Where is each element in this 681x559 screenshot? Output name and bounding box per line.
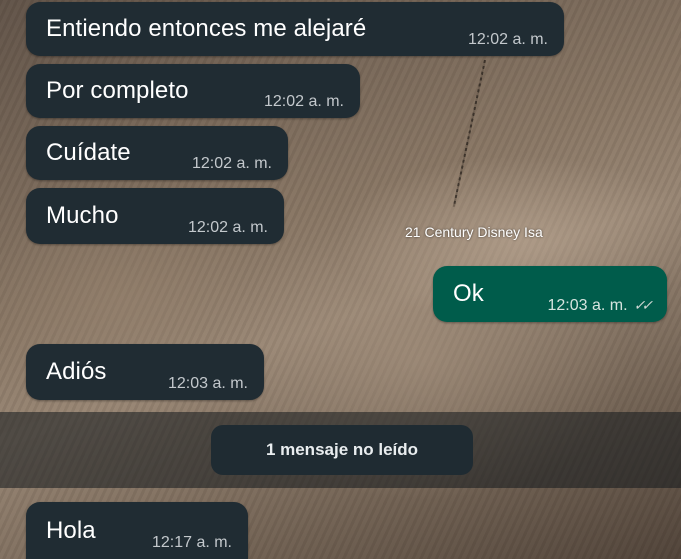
message-bubble-incoming[interactable]: Entiendo entonces me alejaré 12:02 a. m.	[26, 2, 564, 56]
message-bubble-incoming[interactable]: Cuídate 12:02 a. m.	[26, 126, 288, 180]
message-bubble-incoming[interactable]: Hola 12:17 a. m.	[26, 502, 248, 559]
message-timestamp: 12:17 a. m.	[151, 534, 232, 551]
message-bubble-incoming[interactable]: Por completo 12:02 a. m.	[26, 64, 360, 118]
message-text: Cuídate	[46, 139, 131, 166]
message-timestamp: 12:02 a. m.	[187, 219, 268, 236]
message-timestamp: 12:02 a. m.	[191, 155, 272, 172]
message-timestamp: 12:03 a. m.	[167, 375, 248, 392]
message-timestamp: 12:02 a. m.	[263, 93, 344, 110]
message-bubble-incoming[interactable]: Adiós 12:03 a. m.	[26, 344, 264, 400]
read-receipt-ticks-icon: ✓✓	[633, 297, 654, 313]
message-bubble-outgoing[interactable]: Ok 12:03 a. m. ✓✓	[433, 266, 667, 322]
message-timestamp: 12:03 a. m.	[547, 297, 628, 314]
unread-messages-banner: 1 mensaje no leído	[211, 425, 473, 475]
message-timestamp: 12:02 a. m.	[467, 31, 548, 48]
message-text: Hola	[46, 516, 96, 544]
message-text: Por completo	[46, 77, 189, 104]
message-text: Entiendo entonces me alejaré	[46, 15, 367, 42]
message-text: Mucho	[46, 202, 119, 229]
message-text: Adiós	[46, 358, 107, 385]
message-text: Ok	[453, 280, 484, 307]
message-bubble-incoming[interactable]: Mucho 12:02 a. m.	[26, 188, 284, 244]
background-necklace-chain	[452, 59, 486, 207]
watermark-text: 21 Century Disney Isa	[405, 224, 543, 240]
